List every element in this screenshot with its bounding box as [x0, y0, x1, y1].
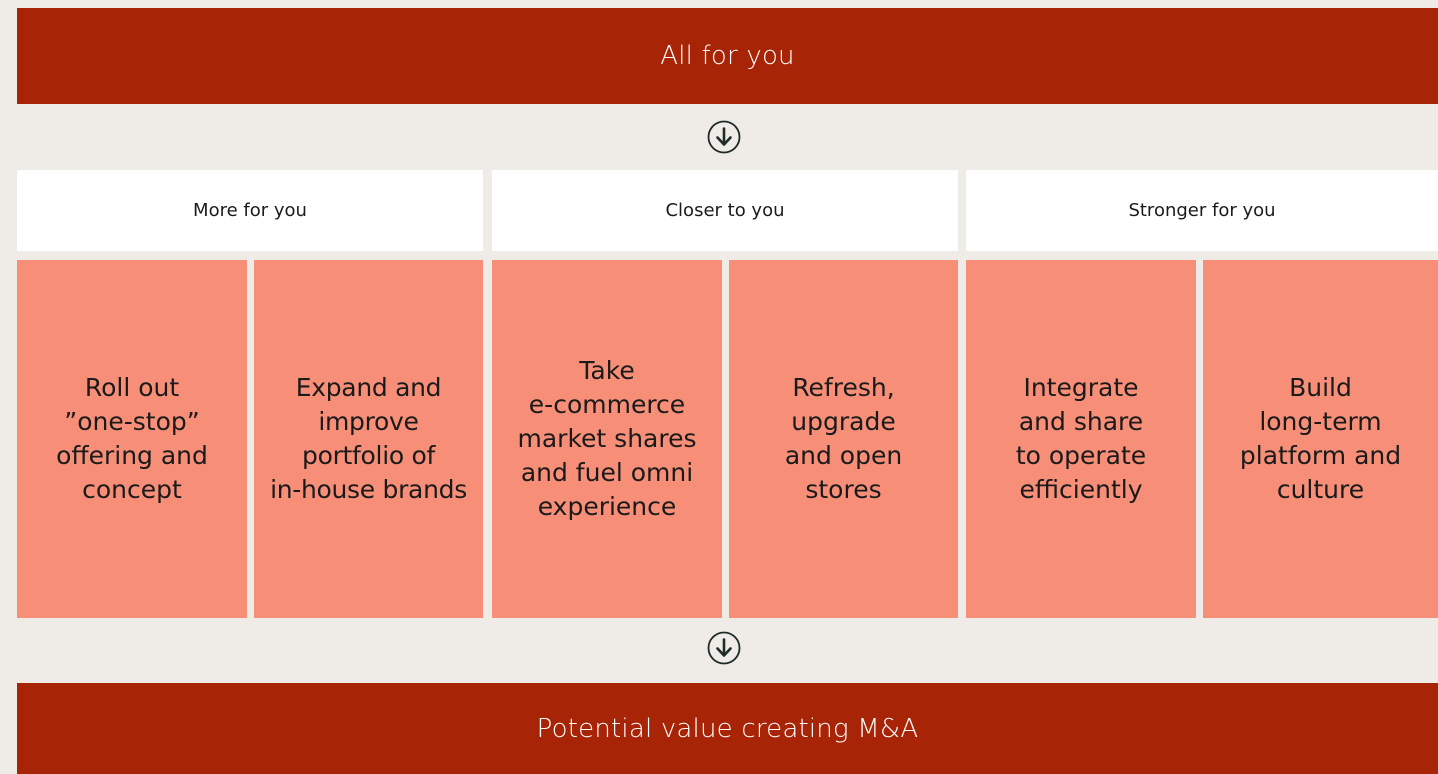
arrow-down-circle-icon: [707, 120, 741, 154]
bottom-banner-label: Potential value creating M&A: [536, 713, 919, 744]
pillar-header-more-for-you: More for you: [17, 170, 483, 251]
top-banner: All for you: [17, 8, 1438, 104]
initiative-box: Roll out ”one-stop” offering and concept: [17, 260, 247, 618]
initiative-box: Expand and improve portfolio of in-house…: [254, 260, 483, 618]
initiative-box: Refresh, upgrade and open stores: [729, 260, 958, 618]
initiative-box: Build long-term platform and culture: [1203, 260, 1438, 618]
pillar-title: Stronger for you: [1128, 200, 1276, 221]
pillar-header-closer-to-you: Closer to you: [492, 170, 958, 251]
top-banner-label: All for you: [660, 41, 795, 71]
arrow-down-circle-icon: [707, 631, 741, 665]
initiative-box: Integrate and share to operate efficient…: [966, 260, 1196, 618]
pillar-header-stronger-for-you: Stronger for you: [966, 170, 1438, 251]
pillar-title: More for you: [193, 200, 307, 221]
bottom-banner: Potential value creating M&A: [17, 683, 1438, 774]
initiative-box: Take e-commerce market shares and fuel o…: [492, 260, 722, 618]
pillar-title: Closer to you: [665, 200, 785, 221]
